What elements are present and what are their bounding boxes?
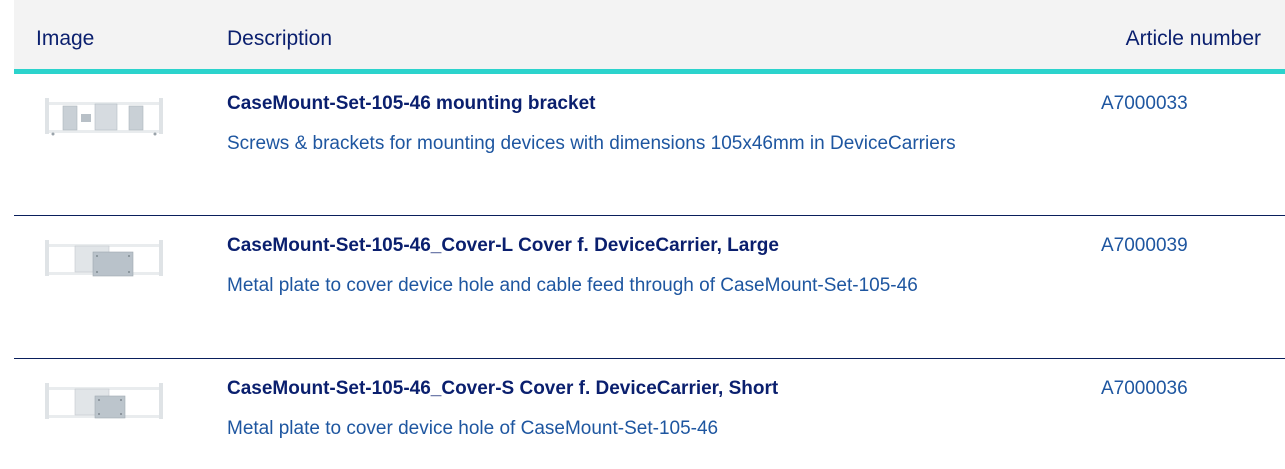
article-number: A7000039 bbox=[1101, 235, 1188, 256]
column-header-article-number: Article number bbox=[1125, 27, 1261, 50]
cover-short-image bbox=[45, 383, 163, 419]
article-number: A7000036 bbox=[1101, 378, 1188, 399]
column-header-image: Image bbox=[36, 27, 95, 50]
product-description: Screws & brackets for mounting devices w… bbox=[227, 133, 956, 154]
product-description: Metal plate to cover device hole and cab… bbox=[227, 275, 918, 296]
table-row: CaseMount-Set-105-46_Cover-L Cover f. De… bbox=[14, 216, 1285, 359]
product-title: CaseMount-Set-105-46_Cover-L Cover f. De… bbox=[227, 235, 779, 256]
product-title: CaseMount-Set-105-46 mounting bracket bbox=[227, 93, 596, 114]
article-number: A7000033 bbox=[1101, 93, 1188, 114]
table-header: Image Description Article number bbox=[14, 0, 1285, 74]
table-row: CaseMount-Set-105-46_Cover-S Cover f. De… bbox=[14, 359, 1285, 469]
product-table: Image Description Article number CaseMou… bbox=[14, 0, 1285, 469]
table-row: CaseMount-Set-105-46 mounting bracket Sc… bbox=[14, 74, 1285, 216]
mounting-bracket-image bbox=[45, 98, 163, 136]
product-description: Metal plate to cover device hole of Case… bbox=[227, 418, 719, 439]
cover-large-image bbox=[45, 240, 163, 277]
product-title: CaseMount-Set-105-46_Cover-S Cover f. De… bbox=[227, 378, 779, 399]
column-header-description: Description bbox=[227, 27, 333, 50]
